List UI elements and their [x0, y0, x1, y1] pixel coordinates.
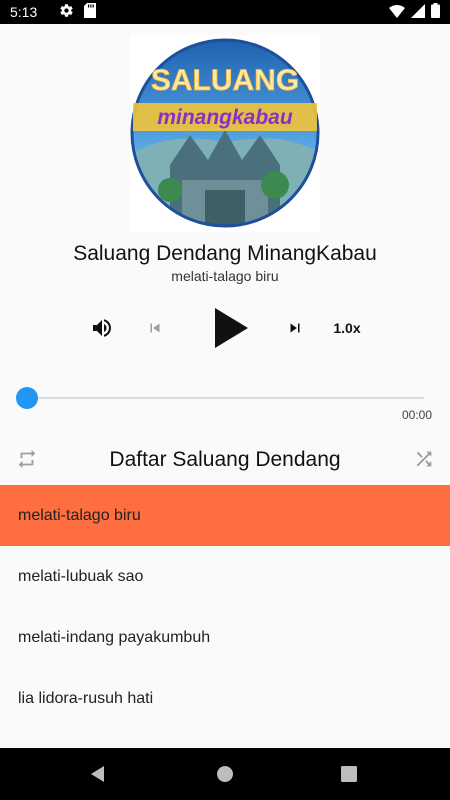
battery-icon: [431, 3, 440, 21]
artwork-subtitle-text: minangkabau: [157, 106, 293, 129]
volume-button[interactable]: [88, 316, 116, 340]
playlist: melati-talago biru melati-lubuak sao mel…: [0, 485, 450, 729]
shuffle-icon: [416, 451, 432, 467]
nav-back-button[interactable]: [68, 748, 128, 800]
shuffle-button[interactable]: [411, 446, 437, 472]
duration-label: 00:00: [401, 408, 432, 422]
artwork-title-text: SALUANG: [151, 64, 299, 97]
home-circle-icon: [217, 766, 233, 782]
cell-signal-icon: [411, 3, 425, 21]
next-button[interactable]: [284, 316, 306, 340]
play-icon: [215, 308, 248, 348]
play-button[interactable]: [204, 306, 252, 350]
navigation-bar: [0, 748, 450, 800]
settings-gear-icon: [59, 3, 74, 21]
status-bar: 5:13: [0, 0, 450, 24]
skip-next-icon: [290, 323, 300, 333]
seek-bar[interactable]: [16, 385, 434, 411]
playback-speed-button[interactable]: 1.0x: [328, 316, 366, 340]
wifi-icon: [389, 4, 405, 21]
seek-track: [26, 397, 424, 399]
list-item[interactable]: melati-talago biru: [0, 485, 450, 546]
repeat-icon: [18, 449, 36, 469]
track-label: melati-lubuak sao: [18, 567, 144, 585]
status-time: 5:13: [10, 4, 38, 20]
recents-square-icon: [341, 766, 357, 782]
album-artwork: SALUANG minangkabau: [130, 35, 320, 232]
track-label: lia lidora-rusuh hati: [18, 689, 154, 707]
previous-button[interactable]: [144, 316, 166, 340]
nav-recents-button[interactable]: [319, 748, 379, 800]
repeat-button[interactable]: [14, 446, 40, 472]
list-item[interactable]: lia lidora-rusuh hati: [0, 668, 450, 729]
playlist-title: Daftar Saluang Dendang: [109, 448, 341, 471]
sd-card-icon: [84, 3, 97, 21]
song-title: Saluang Dendang MinangKabau: [73, 242, 377, 265]
list-item[interactable]: melati-lubuak sao: [0, 546, 450, 607]
song-artist: melati-talago biru: [171, 268, 279, 284]
nav-home-button[interactable]: [195, 748, 255, 800]
playback-controls: 1.0x: [0, 306, 450, 350]
volume-icon: [93, 319, 111, 337]
list-item[interactable]: melati-indang payakumbuh: [0, 607, 450, 668]
skip-previous-icon: [150, 323, 160, 333]
track-label: melati-indang payakumbuh: [18, 628, 211, 646]
back-triangle-icon: [91, 766, 104, 782]
track-label: melati-talago biru: [18, 506, 141, 524]
seek-thumb[interactable]: [16, 387, 38, 409]
playlist-header: Daftar Saluang Dendang: [0, 440, 450, 480]
